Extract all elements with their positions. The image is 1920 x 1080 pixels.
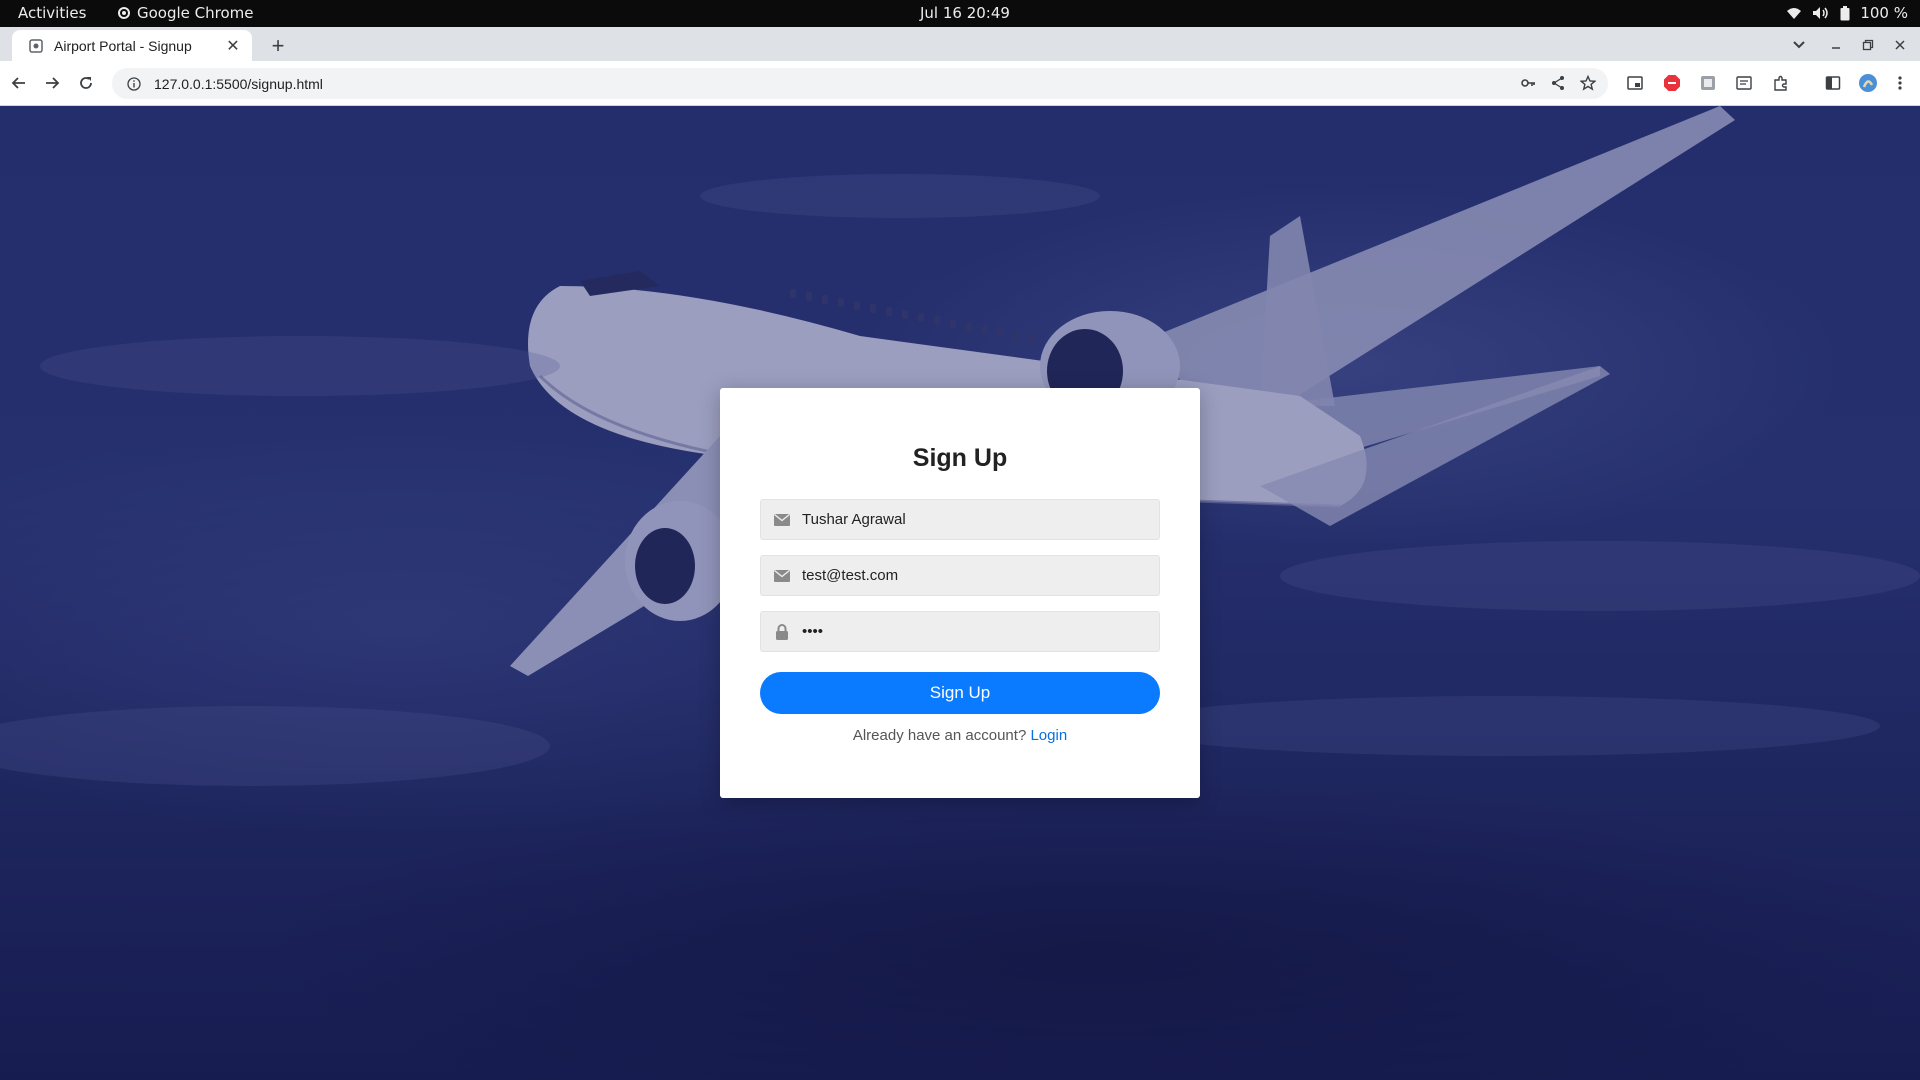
kebab-menu-icon <box>1898 76 1902 90</box>
sign-up-button[interactable]: Sign Up <box>760 672 1160 714</box>
tab-title: Airport Portal - Signup <box>54 37 192 54</box>
login-link[interactable]: Login <box>1030 727 1067 744</box>
password-key-icon[interactable] <box>1520 75 1536 94</box>
extension-reader-icon <box>1736 76 1752 90</box>
extension-button-2[interactable] <box>1732 71 1756 95</box>
arrow-left-icon <box>11 77 25 89</box>
login-prompt-text: Already have an account? <box>852 727 1027 744</box>
picture-in-picture-button[interactable] <box>1623 71 1647 95</box>
close-window-button[interactable] <box>1890 33 1910 57</box>
adblock-extension-button[interactable] <box>1660 71 1684 95</box>
page-favicon-icon <box>28 38 44 54</box>
puzzle-icon <box>1774 75 1787 91</box>
tab-airport-portal[interactable]: Airport Portal - Signup ✕ <box>12 30 252 61</box>
email-input[interactable] <box>802 567 1142 584</box>
extensions-menu-button[interactable] <box>1769 71 1793 95</box>
reload-button[interactable] <box>74 71 98 95</box>
forward-button[interactable] <box>40 71 64 95</box>
battery-icon <box>1840 5 1850 21</box>
url-text: 127.0.0.1:5500/signup.html <box>154 75 323 92</box>
adblock-icon <box>1664 75 1680 91</box>
side-panel-icon <box>1825 76 1841 90</box>
email-field[interactable] <box>760 555 1160 596</box>
name-field[interactable] <box>760 499 1160 540</box>
chrome-app-icon <box>118 7 130 19</box>
signup-card: Sign Up Sign Up Already have an account?… <box>720 388 1200 798</box>
address-bar[interactable]: 127.0.0.1:5500/signup.html <box>112 68 1608 99</box>
share-icon[interactable] <box>1550 75 1566 94</box>
signup-title: Sign Up <box>912 444 1008 472</box>
envelope-icon <box>773 511 790 528</box>
minimize-button[interactable] <box>1826 33 1846 57</box>
close-icon <box>1895 40 1905 50</box>
name-input[interactable] <box>802 511 1142 528</box>
picture-in-picture-icon <box>1627 76 1643 90</box>
browser-toolbar: 127.0.0.1:5500/signup.html <box>0 61 1920 106</box>
wifi-icon <box>1786 6 1802 20</box>
extension-button-1[interactable] <box>1696 71 1720 95</box>
avatar <box>1859 74 1877 92</box>
extension-image-icon <box>1701 76 1715 90</box>
login-prompt: Already have an account? Login <box>720 727 1200 744</box>
tab-search-button[interactable] <box>1786 33 1812 57</box>
page-background: Sign Up Sign Up Already have an account?… <box>0 106 1920 1080</box>
site-info-icon[interactable] <box>126 76 142 92</box>
side-panel-button[interactable] <box>1821 71 1845 95</box>
minimize-icon <box>1832 47 1840 49</box>
chrome-menu-button[interactable] <box>1888 71 1912 95</box>
tab-strip: Airport Portal - Signup ✕ + <box>0 27 1920 61</box>
system-tray[interactable]: 100 % <box>1786 4 1908 22</box>
volume-icon <box>1812 6 1830 20</box>
battery-percent: 100 % <box>1860 4 1908 22</box>
password-input[interactable] <box>802 623 1142 640</box>
reload-icon <box>80 77 92 89</box>
envelope-icon <box>773 567 790 584</box>
restore-button[interactable] <box>1858 33 1878 57</box>
system-top-bar: Activities Google Chrome Jul 16 20:49 10… <box>0 0 1920 27</box>
lock-icon <box>773 623 790 640</box>
bookmark-star-icon[interactable] <box>1579 74 1597 94</box>
activities-button[interactable]: Activities <box>18 4 86 22</box>
chevron-down-icon <box>1793 41 1805 49</box>
new-tab-button[interactable]: + <box>265 33 291 59</box>
restore-icon <box>1862 39 1874 51</box>
password-field[interactable] <box>760 611 1160 652</box>
tab-close-icon[interactable]: ✕ <box>224 37 242 55</box>
clock[interactable]: Jul 16 20:49 <box>920 4 1010 22</box>
profile-button[interactable] <box>1856 71 1880 95</box>
app-menu-label: Google Chrome <box>137 4 254 22</box>
back-button[interactable] <box>7 71 31 95</box>
arrow-right-icon <box>46 77 60 89</box>
app-menu[interactable]: Google Chrome <box>118 4 254 22</box>
